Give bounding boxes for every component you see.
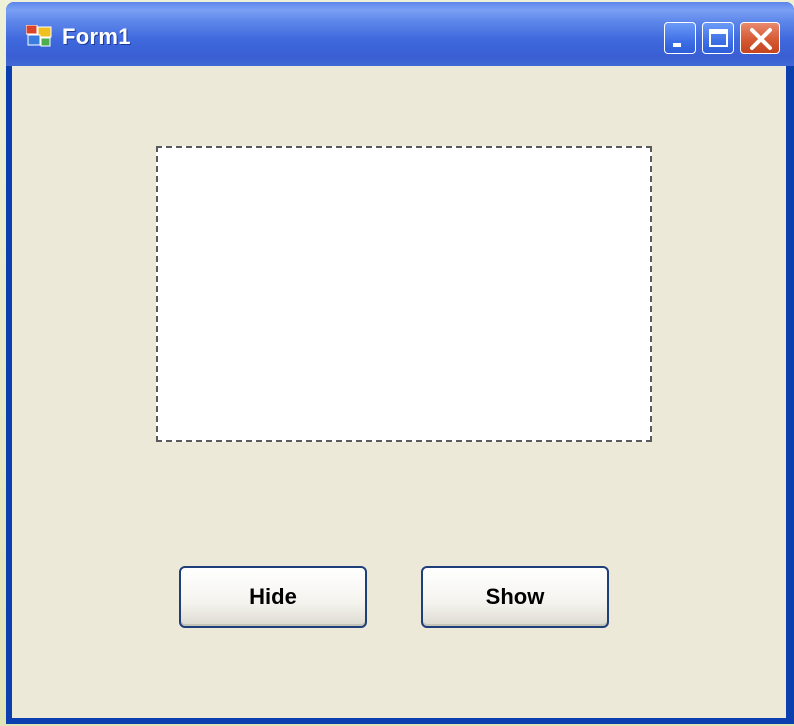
close-icon (750, 28, 772, 50)
maximize-icon (709, 29, 728, 47)
minimize-button[interactable] (664, 22, 696, 54)
show-button[interactable]: Show (421, 566, 609, 628)
content-panel (156, 146, 652, 442)
minimize-icon (673, 43, 681, 47)
close-button[interactable] (740, 22, 780, 54)
app-window: Form1 Hide Show (6, 2, 794, 724)
window-title: Form1 (62, 24, 131, 49)
form-client-area: Hide Show (12, 66, 786, 718)
title-bar[interactable]: Form1 (6, 2, 794, 66)
app-icon (25, 24, 52, 47)
hide-button[interactable]: Hide (179, 566, 367, 628)
maximize-button[interactable] (702, 22, 734, 54)
